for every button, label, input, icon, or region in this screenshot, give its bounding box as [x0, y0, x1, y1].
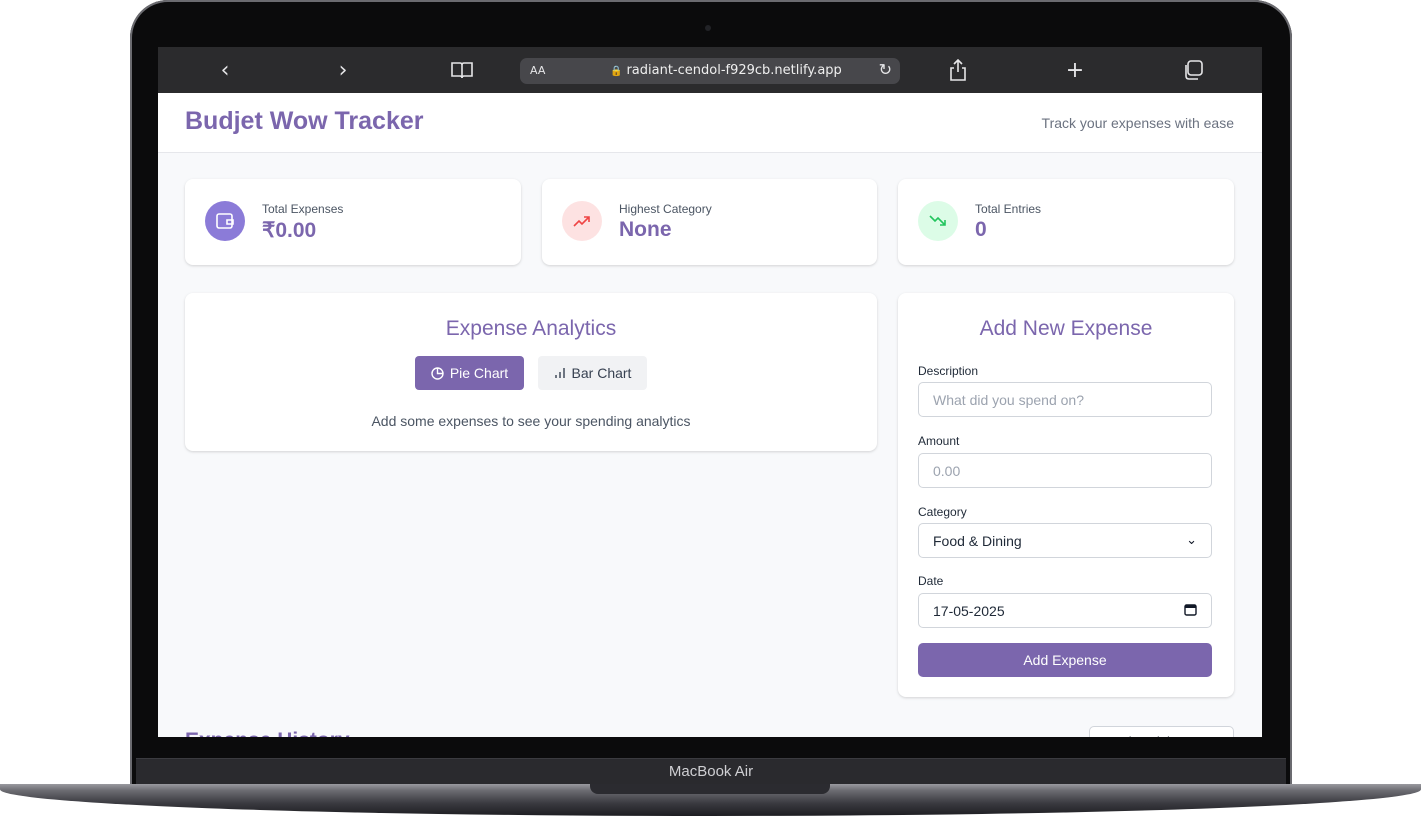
category-value: Food & Dining [933, 532, 1022, 549]
add-expense-card: Add New Expense Description What did you… [898, 293, 1234, 697]
date-label: Date [918, 574, 944, 588]
description-label: Description [918, 364, 979, 378]
device-label: MacBook Air [668, 763, 754, 780]
analytics-empty-message: Add some expenses to see your spending a… [371, 413, 691, 429]
lock-icon: 🔒 [610, 66, 623, 77]
stat-value: None [619, 218, 672, 241]
stat-card-total-expenses: Total Expenses ₹0.00 [185, 179, 521, 265]
tab-label: Bar Chart [571, 365, 632, 381]
back-icon[interactable]: ‹ [210, 57, 240, 83]
add-expense-button[interactable]: Add Expense [918, 643, 1212, 677]
tabs-overview-icon[interactable] [1178, 57, 1208, 83]
category-select[interactable]: Food & Dining ⌄ [918, 523, 1212, 558]
forward-icon[interactable]: › [328, 57, 358, 83]
wallet-icon [205, 201, 245, 241]
calendar-icon[interactable] [1184, 603, 1197, 620]
trending-down-icon [918, 201, 958, 241]
form-title: Add New Expense [979, 317, 1153, 340]
app-subtitle: Track your expenses with ease [1041, 115, 1234, 131]
app-title: Budjet Wow Tracker [185, 107, 424, 135]
laptop-notch [590, 784, 830, 794]
stat-label: Highest Category [619, 202, 712, 216]
amount-label: Amount [918, 434, 960, 448]
stat-label: Total Entries [975, 202, 1042, 216]
stat-card-total-entries: Total Entries 0 [898, 179, 1234, 265]
description-input[interactable]: What did you spend on? [918, 382, 1212, 417]
reader-mode-button[interactable]: AA [530, 64, 545, 77]
url-text: radiant-cendol-f929cb.netlify.app [626, 63, 842, 78]
laptop-chin: MacBook Air [136, 758, 1286, 787]
date-value: 17-05-2025 [933, 602, 1005, 619]
stat-value: 0 [975, 218, 987, 241]
category-label: Category [918, 505, 967, 519]
new-tab-icon[interactable]: + [1060, 57, 1090, 83]
stat-card-highest-category: Highest Category None [542, 179, 877, 265]
bookmarks-icon[interactable] [447, 57, 477, 83]
analytics-title: Expense Analytics [445, 317, 617, 340]
browser-toolbar: ‹ › AA 🔒 radiant-cendol-f929cb.netlify.ap… [158, 47, 1262, 93]
stat-label: Total Expenses [262, 202, 344, 216]
amount-placeholder: 0.00 [933, 462, 961, 479]
browser-screen: ‹ › AA 🔒 radiant-cendol-f929cb.netlify.ap… [158, 47, 1262, 737]
analytics-card: Expense Analytics Pie Chart Bar Chart Ad… [185, 293, 877, 451]
camera [705, 25, 711, 31]
tab-pie-chart[interactable]: Pie Chart [415, 356, 524, 390]
stat-value: ₹0.00 [262, 219, 317, 242]
amount-input[interactable]: 0.00 [918, 453, 1212, 488]
pie-chart-icon [431, 366, 444, 380]
tab-label: Pie Chart [449, 365, 509, 381]
chevron-down-icon: ⌄ [1186, 533, 1197, 548]
reload-icon[interactable]: ↻ [879, 60, 892, 79]
date-input[interactable]: 17-05-2025 [918, 593, 1212, 628]
description-placeholder: What did you spend on? [933, 391, 1084, 408]
tab-bar-chart[interactable]: Bar Chart [538, 356, 647, 390]
address-bar[interactable]: AA 🔒 radiant-cendol-f929cb.netlify.app ↻ [520, 58, 900, 84]
bar-chart-icon [554, 367, 566, 379]
app-header: Budjet Wow Tracker Track your expenses w… [158, 93, 1262, 153]
share-icon[interactable] [943, 57, 973, 83]
history-title: Expense History [185, 729, 350, 737]
history-filter-select[interactable]: Food & Dining [1089, 726, 1234, 737]
trending-up-icon [562, 201, 602, 241]
